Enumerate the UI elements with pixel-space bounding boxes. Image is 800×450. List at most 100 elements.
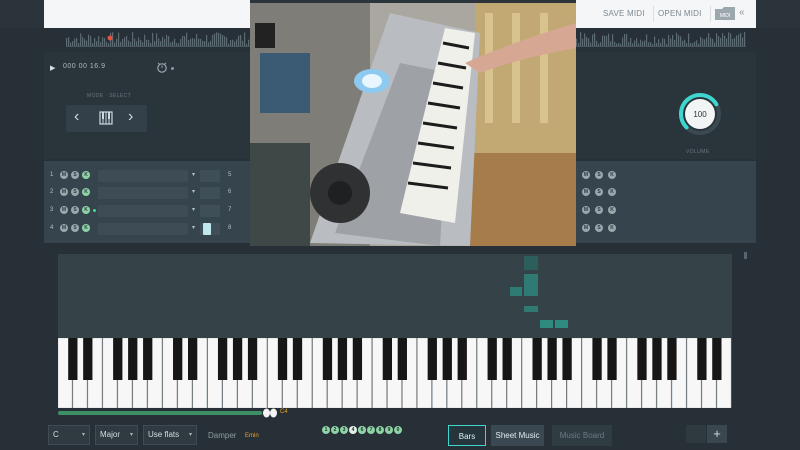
black-key[interactable]: [337, 338, 348, 380]
black-key[interactable]: [292, 338, 303, 380]
solo-button[interactable]: S: [595, 188, 603, 196]
track-volume-slider-thumb[interactable]: [203, 223, 211, 235]
black-key[interactable]: [382, 338, 393, 380]
black-key[interactable]: [442, 338, 452, 380]
mute-button[interactable]: M: [60, 206, 68, 214]
keyboard-toggle-button[interactable]: K: [608, 224, 616, 232]
mute-button[interactable]: M: [582, 206, 590, 214]
finger-button[interactable]: 4: [349, 426, 357, 434]
metronome-timer-icon[interactable]: [156, 61, 168, 73]
mute-button[interactable]: M: [582, 188, 590, 196]
black-key[interactable]: [562, 338, 572, 380]
damper-label[interactable]: Damper: [208, 431, 236, 440]
piano-keyboard[interactable]: [58, 338, 732, 408]
black-key[interactable]: [457, 338, 467, 380]
black-key[interactable]: [427, 338, 437, 380]
finger-button[interactable]: 6: [358, 426, 366, 434]
finger-button[interactable]: 7: [367, 426, 375, 434]
mute-button[interactable]: M: [60, 224, 68, 232]
keyboard-toggle-button[interactable]: K: [82, 224, 90, 232]
finger-button[interactable]: 1: [322, 426, 330, 434]
instrument-select[interactable]: [98, 170, 188, 182]
keyboard-toggle-button[interactable]: K: [82, 188, 90, 196]
black-key[interactable]: [487, 338, 497, 380]
finger-button[interactable]: 0: [394, 426, 402, 434]
solo-button[interactable]: S: [71, 188, 79, 196]
instrument-select[interactable]: [98, 223, 188, 235]
solo-button[interactable]: S: [71, 206, 79, 214]
waveform-bar: [134, 38, 136, 46]
instrument-select[interactable]: [98, 187, 188, 199]
scale-select-value: Major: [100, 430, 121, 439]
mute-button[interactable]: M: [582, 224, 590, 232]
chevron-down-icon[interactable]: ▾: [192, 188, 195, 195]
key-select[interactable]: C ▾: [48, 425, 90, 445]
black-key[interactable]: [277, 338, 288, 380]
black-key[interactable]: [652, 338, 662, 380]
keyboard-toggle-button[interactable]: K: [608, 206, 616, 214]
keyboard-toggle-button[interactable]: K: [82, 171, 90, 179]
black-key[interactable]: [173, 338, 183, 380]
sheet-music-button[interactable]: Sheet Music: [491, 425, 544, 446]
prev-mode-chevron-left-icon[interactable]: ‹: [74, 108, 79, 126]
black-key[interactable]: [712, 338, 722, 380]
bars-mode-button[interactable]: Bars: [448, 425, 486, 446]
solo-button[interactable]: S: [595, 224, 603, 232]
save-midi-button[interactable]: SAVE MIDI: [603, 6, 654, 22]
finger-button[interactable]: 3: [340, 426, 348, 434]
black-key[interactable]: [637, 338, 647, 380]
solo-button[interactable]: S: [71, 171, 79, 179]
keyboard-toggle-button[interactable]: K: [608, 171, 616, 179]
collapse-icon[interactable]: «: [739, 7, 745, 18]
roll-resize-handle[interactable]: [744, 252, 747, 259]
next-mode-chevron-right-icon[interactable]: ›: [128, 108, 133, 126]
black-key[interactable]: [113, 338, 123, 380]
secondary-button[interactable]: [686, 425, 706, 443]
playhead-marker[interactable]: [107, 35, 113, 41]
finger-button[interactable]: 9: [385, 426, 393, 434]
keyboard-toggle-button[interactable]: K: [608, 188, 616, 196]
piano-mode-icon[interactable]: [99, 111, 113, 125]
black-key[interactable]: [232, 338, 243, 380]
add-button[interactable]: +: [707, 425, 727, 443]
scale-select[interactable]: Major ▾: [95, 425, 138, 445]
open-midi-button[interactable]: OPEN MIDI: [658, 6, 711, 22]
black-key[interactable]: [532, 338, 542, 380]
black-key[interactable]: [188, 338, 198, 380]
solo-button[interactable]: S: [595, 171, 603, 179]
black-key[interactable]: [217, 338, 228, 380]
volume-knob[interactable]: 100: [678, 92, 722, 136]
flats-select[interactable]: Use flats ▾: [143, 425, 197, 445]
black-key[interactable]: [667, 338, 677, 380]
black-key[interactable]: [68, 338, 78, 380]
keyboard-toggle-button[interactable]: K: [82, 206, 90, 214]
black-key[interactable]: [128, 338, 138, 380]
black-key[interactable]: [247, 338, 258, 380]
black-key[interactable]: [697, 338, 707, 380]
chevron-down-icon[interactable]: ▾: [192, 206, 195, 213]
chevron-down-icon[interactable]: ▾: [192, 224, 195, 231]
waveform-bar: [114, 42, 116, 46]
mute-button[interactable]: M: [60, 188, 68, 196]
mute-button[interactable]: M: [60, 171, 68, 179]
midi-folder-icon[interactable]: MIDI: [714, 6, 736, 21]
solo-button[interactable]: S: [71, 224, 79, 232]
finger-button[interactable]: 2: [331, 426, 339, 434]
chevron-down-icon[interactable]: ▾: [192, 171, 195, 178]
mute-button[interactable]: M: [582, 171, 590, 179]
play-icon[interactable]: ▶: [50, 64, 55, 72]
black-key[interactable]: [607, 338, 617, 380]
black-key[interactable]: [83, 338, 93, 380]
black-key[interactable]: [143, 338, 153, 380]
black-key[interactable]: [322, 338, 333, 380]
music-board-button[interactable]: Music Board: [552, 425, 612, 446]
instrument-select[interactable]: [98, 205, 188, 217]
black-key[interactable]: [352, 338, 363, 380]
waveform-bar: [174, 38, 176, 46]
black-key[interactable]: [502, 338, 512, 380]
black-key[interactable]: [592, 338, 602, 380]
black-key[interactable]: [547, 338, 557, 380]
solo-button[interactable]: S: [595, 206, 603, 214]
finger-button[interactable]: 8: [376, 426, 384, 434]
black-key[interactable]: [397, 338, 407, 380]
